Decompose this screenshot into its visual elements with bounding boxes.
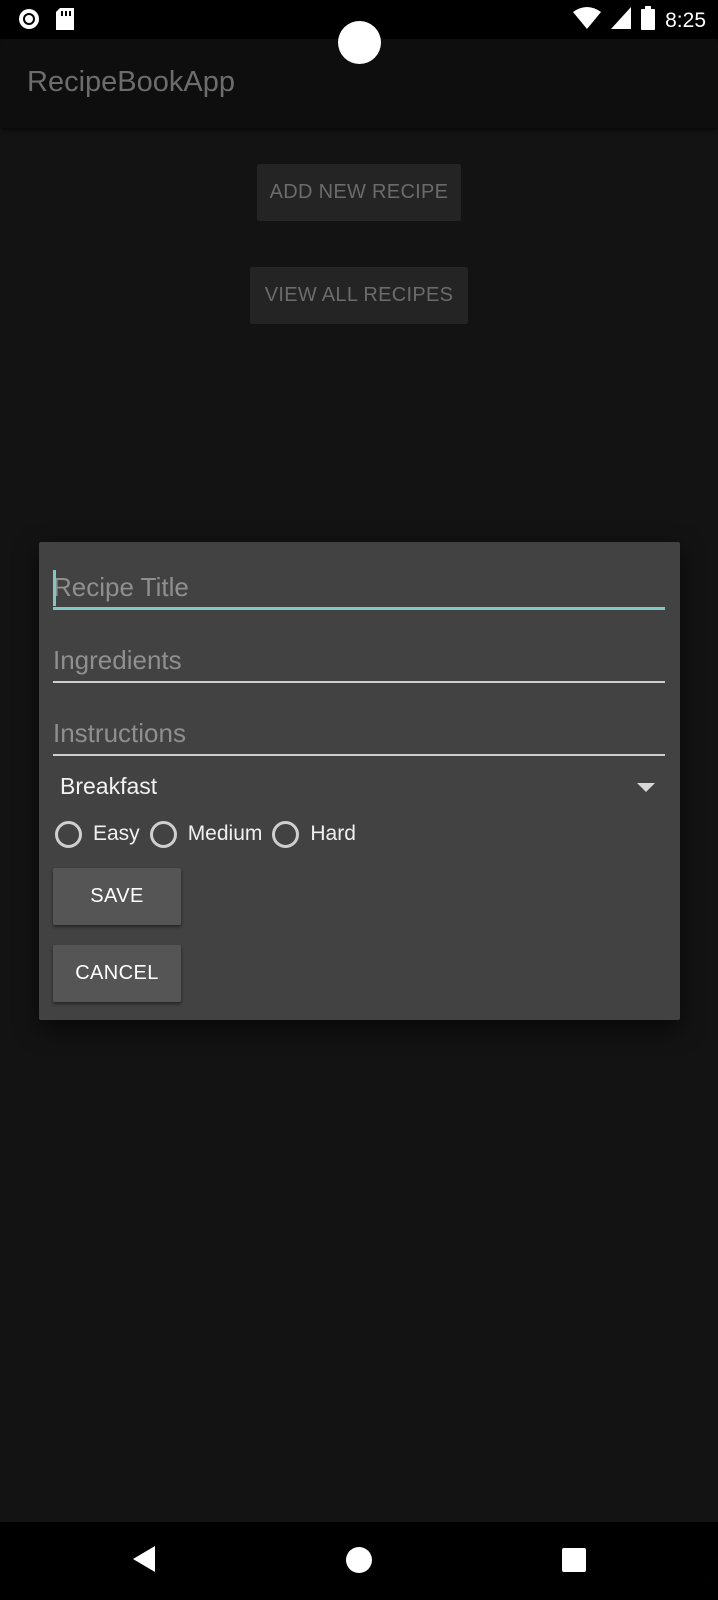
add-recipe-dialog: Recipe Title Ingredients Instructions Br…	[39, 542, 680, 1020]
camera-cutout	[338, 21, 381, 64]
cell-signal-icon	[611, 7, 632, 35]
device-frame: 8:25 RecipeBookApp ADD NEW RECIPE VIEW A…	[0, 0, 718, 1600]
status-right: 8:25	[573, 6, 706, 36]
navigation-bar	[0, 1522, 718, 1600]
clock: 8:25	[665, 9, 706, 32]
text-cursor	[53, 570, 56, 606]
home-icon[interactable]	[346, 1547, 372, 1573]
screen: 8:25 RecipeBookApp ADD NEW RECIPE VIEW A…	[0, 0, 718, 1600]
status-left	[18, 8, 74, 35]
radio-easy[interactable]: Easy	[55, 820, 140, 848]
wifi-icon	[573, 7, 602, 35]
ingredients-field[interactable]: Ingredients	[53, 635, 665, 683]
radio-circle-icon	[55, 820, 82, 848]
dropdown-arrow-icon	[637, 783, 655, 792]
recipe-title-placeholder: Recipe Title	[53, 572, 189, 602]
save-button[interactable]: SAVE	[53, 868, 181, 925]
battery-icon	[641, 6, 656, 36]
record-icon	[18, 8, 40, 35]
radio-easy-label: Easy	[93, 822, 140, 845]
app-title: RecipeBookApp	[27, 66, 235, 98]
radio-medium-label: Medium	[187, 822, 263, 845]
ingredients-underline	[53, 681, 665, 683]
recipe-title-underline	[53, 607, 665, 610]
sd-card-icon	[56, 8, 74, 35]
radio-circle-icon	[149, 820, 177, 848]
instructions-underline	[53, 754, 665, 756]
cancel-button[interactable]: CANCEL	[53, 945, 181, 1002]
radio-hard-label: Hard	[310, 822, 356, 845]
recipe-title-field[interactable]: Recipe Title	[53, 562, 665, 610]
difficulty-radio-group: Easy Medium Hard	[55, 816, 366, 852]
recents-icon[interactable]	[562, 1548, 586, 1572]
add-new-recipe-button[interactable]: ADD NEW RECIPE	[257, 164, 461, 221]
category-selected: Breakfast	[60, 773, 158, 799]
view-all-recipes-button[interactable]: VIEW ALL RECIPES	[250, 267, 468, 324]
instructions-placeholder: Instructions	[53, 718, 186, 748]
ingredients-placeholder: Ingredients	[53, 645, 182, 675]
back-icon[interactable]	[133, 1546, 155, 1572]
instructions-field[interactable]: Instructions	[53, 708, 665, 756]
category-spinner[interactable]: Breakfast	[53, 764, 665, 808]
radio-circle-icon	[272, 820, 300, 848]
radio-medium[interactable]: Medium	[149, 820, 263, 848]
radio-hard[interactable]: Hard	[272, 820, 356, 848]
